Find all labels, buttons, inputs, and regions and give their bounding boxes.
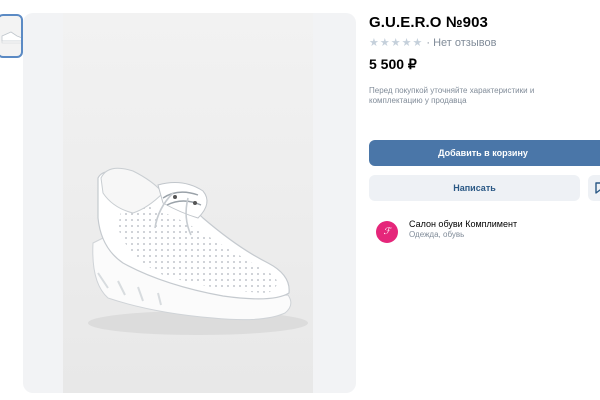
add-to-cart-button[interactable]: Добавить в корзину	[369, 140, 600, 166]
seller-name[interactable]: Салон обуви Комплимент	[409, 218, 517, 230]
product-photo	[63, 13, 313, 393]
product-title: G.U.E.R.O №903	[369, 14, 488, 31]
bookmark-icon	[595, 182, 600, 194]
seller-category: Одежда, обувь	[409, 230, 465, 239]
rating-row[interactable]: ★ ★ ★ ★ ★ · Нет отзывов	[369, 37, 497, 50]
bookmark-button[interactable]	[588, 175, 600, 201]
shoe-thumbnail-icon	[1, 31, 21, 44]
star-icon: ★	[401, 36, 412, 49]
star-icon: ★	[379, 36, 390, 49]
product-thumbnail[interactable]	[0, 14, 23, 58]
shoe-image	[63, 13, 313, 393]
rating-stars: ★ ★ ★ ★ ★	[369, 37, 422, 49]
reviews-count: · Нет отзывов	[426, 37, 497, 49]
star-icon: ★	[369, 36, 379, 49]
star-icon: ★	[412, 36, 423, 49]
message-button[interactable]: Написать	[369, 175, 580, 201]
product-price: 5 500 ₽	[369, 56, 417, 72]
seller-disclaimer: Перед покупкой уточняйте характеристики …	[369, 86, 535, 105]
seller-logo-icon: ℱ	[383, 227, 391, 237]
star-icon: ★	[390, 36, 401, 49]
seller-info: Салон обуви Комплимент Одежда, обувь	[409, 218, 517, 240]
seller-avatar[interactable]: ℱ	[376, 221, 398, 243]
seller-card[interactable]: ℱ Салон обуви Комплимент Одежда, обувь	[376, 218, 517, 243]
product-image-gallery[interactable]	[23, 13, 356, 393]
